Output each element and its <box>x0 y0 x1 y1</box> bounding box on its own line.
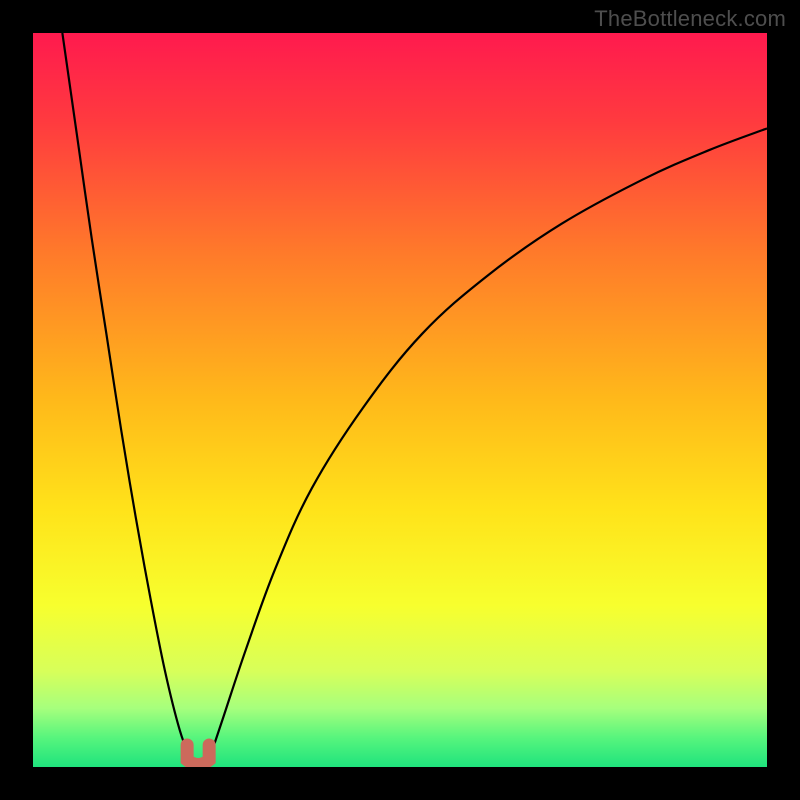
bottleneck-marker <box>187 745 209 765</box>
watermark-text: TheBottleneck.com <box>594 6 786 32</box>
bottleneck-curve <box>33 33 767 767</box>
curve-path <box>62 33 767 760</box>
chart-frame: TheBottleneck.com <box>0 0 800 800</box>
plot-area <box>33 33 767 767</box>
